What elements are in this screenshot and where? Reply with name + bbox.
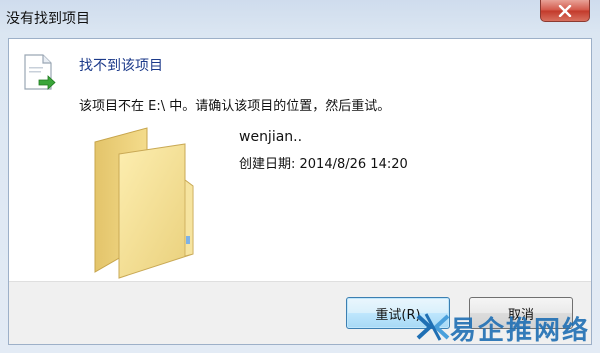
window-title: 没有找到项目 [6, 11, 90, 27]
close-icon [558, 4, 572, 17]
dialog-heading: 找不到该项目 [79, 58, 163, 74]
title-bar[interactable]: 没有找到项目 [0, 0, 600, 34]
dialog-window: 没有找到项目 找不到该项目 该项目不在 E:\ 中。请确认该项目的位置，然后重试… [0, 0, 600, 353]
watermark-logo-icon [416, 312, 450, 346]
dialog-body: 找不到该项目 该项目不在 E:\ 中。请确认该项目的位置，然后重试。 wenji… [8, 38, 592, 345]
file-name: wenjian.. [239, 129, 303, 145]
close-button[interactable] [540, 0, 590, 22]
file-created-date: 创建日期: 2014/8/26 14:20 [239, 157, 408, 172]
folder-icon [89, 124, 199, 288]
watermark: 易企推网络 [416, 310, 590, 347]
document-arrow-icon [21, 53, 57, 97]
dialog-message: 该项目不在 E:\ 中。请确认该项目的位置，然后重试。 [79, 99, 391, 114]
watermark-text: 易企推网络 [449, 316, 590, 346]
